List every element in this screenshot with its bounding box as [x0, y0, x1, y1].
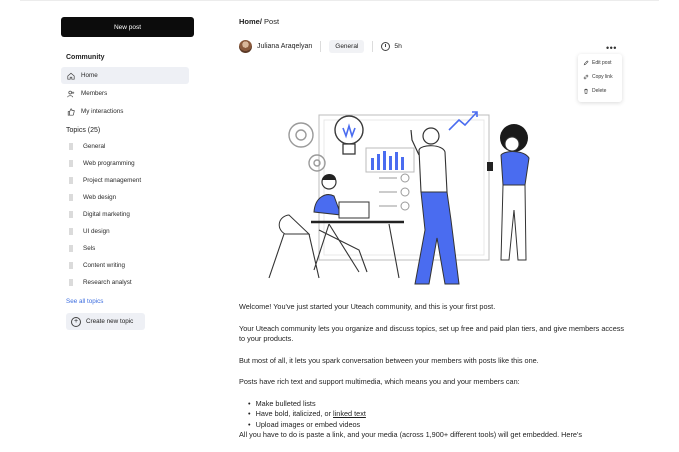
- menu-label-copy: Copy link: [592, 74, 613, 80]
- post-actions-menu: Edit post Copy link Delete: [578, 54, 622, 102]
- topic-tag[interactable]: General: [329, 39, 365, 53]
- top-divider: [20, 0, 659, 1]
- menu-item-delete[interactable]: Delete: [578, 84, 622, 98]
- drag-handle-icon[interactable]: [69, 160, 73, 167]
- list-item: Upload images or embed videos: [248, 420, 629, 431]
- topic-item[interactable]: Web programming: [61, 155, 194, 172]
- nav-item-home[interactable]: Home: [61, 67, 189, 84]
- trash-icon: [584, 88, 588, 94]
- topic-label: Web programming: [83, 160, 135, 167]
- drag-handle-icon[interactable]: [69, 262, 73, 269]
- breadcrumb: Home/ Post: [239, 17, 629, 26]
- nav-label-home: Home: [81, 72, 98, 79]
- drag-handle-icon[interactable]: [69, 279, 73, 286]
- members-icon: [67, 90, 75, 97]
- post-time: 5h: [381, 41, 402, 51]
- topic-item[interactable]: Digital marketing: [61, 206, 194, 223]
- topic-label: Content writing: [83, 262, 125, 269]
- time-label: 5h: [394, 42, 402, 50]
- bulleted-list: Make bulleted lists Have bold, italicize…: [239, 399, 629, 431]
- menu-label-edit: Edit post: [592, 60, 612, 66]
- topic-label: Web design: [83, 194, 117, 201]
- clock-icon: [381, 41, 391, 51]
- linked-text[interactable]: linked text: [333, 409, 366, 418]
- topic-label: General: [83, 143, 106, 150]
- drag-handle-icon[interactable]: [69, 245, 73, 252]
- topic-item[interactable]: Web design: [61, 189, 194, 206]
- nav-label-members: Members: [81, 90, 108, 97]
- drag-handle-icon[interactable]: [69, 194, 73, 201]
- home-icon: [67, 72, 75, 80]
- topic-item[interactable]: Sels: [61, 240, 194, 257]
- topic-item[interactable]: UI design: [61, 223, 194, 240]
- post-paragraph: Posts have rich text and support multime…: [239, 377, 520, 386]
- nav-label-my-interactions: My interactions: [81, 108, 124, 115]
- topic-item[interactable]: Project management: [61, 172, 194, 189]
- topics-title: Topics (25): [66, 127, 101, 134]
- topic-item[interactable]: Content writing: [61, 257, 194, 274]
- topics-list: General Web programming Project manageme…: [61, 138, 194, 291]
- interactions-icon: [67, 107, 75, 116]
- plus-icon: +: [71, 316, 81, 327]
- post-paragraph: But most of all, it lets you spark conve…: [239, 355, 539, 365]
- drag-handle-icon[interactable]: [69, 143, 73, 150]
- list-item-text: Have bold, italicized, or: [255, 409, 334, 418]
- drag-handle-icon[interactable]: [69, 177, 73, 184]
- menu-label-delete: Delete: [592, 88, 607, 94]
- post-paragraph: Welcome! You've just started your Uteach…: [239, 302, 496, 311]
- post-main: Home/ Post Juliana Araqelyan General 5h …: [239, 17, 629, 53]
- pencil-icon: [583, 60, 589, 66]
- new-post-button[interactable]: New post: [61, 17, 194, 37]
- list-item: Make bulleted lists: [248, 399, 629, 410]
- post-paragraph: All you have to do is paste a link, and …: [239, 430, 582, 439]
- phone-figure: [487, 124, 530, 261]
- drag-handle-icon[interactable]: [69, 228, 73, 235]
- post-illustration: [268, 111, 530, 285]
- create-topic-label: Create new topic: [86, 318, 134, 325]
- post-paragraph: Your Uteach community lets you organize …: [239, 323, 625, 344]
- topic-label: Research analyst: [83, 279, 132, 286]
- see-all-topics-link[interactable]: See all topics: [66, 298, 194, 305]
- drag-handle-icon[interactable]: [69, 211, 73, 218]
- meta-divider: [320, 40, 322, 52]
- list-item: Have bold, italicized, or linked text: [248, 409, 629, 420]
- author-name[interactable]: Juliana Araqelyan: [257, 43, 312, 50]
- post-body: Welcome! You've just started your Uteach…: [239, 302, 629, 452]
- topic-label: Digital marketing: [83, 211, 130, 218]
- topic-label: UI design: [83, 228, 110, 235]
- breadcrumb-home[interactable]: Home/: [239, 17, 262, 26]
- create-topic-button[interactable]: + Create new topic: [66, 313, 145, 330]
- community-title: Community: [66, 54, 105, 61]
- menu-item-copy-link[interactable]: Copy link: [578, 70, 622, 84]
- bar-chart-icon: [365, 147, 415, 173]
- link-icon: [583, 74, 589, 80]
- avatar[interactable]: [239, 39, 252, 53]
- meta-divider: [372, 40, 374, 52]
- topic-label: Sels: [83, 245, 96, 252]
- menu-item-edit-post[interactable]: Edit post: [578, 56, 622, 70]
- post-meta: Juliana Araqelyan General 5h: [239, 39, 629, 53]
- topic-item[interactable]: General: [61, 138, 194, 155]
- topic-label: Project management: [83, 177, 142, 184]
- sidebar: New post Community Home Members My inter…: [61, 17, 194, 330]
- more-dots-icon[interactable]: •••: [606, 43, 617, 53]
- community-nav: Home Members My interactions: [61, 67, 194, 120]
- topic-item[interactable]: Research analyst: [61, 274, 194, 291]
- nav-item-my-interactions[interactable]: My interactions: [61, 103, 194, 120]
- nav-item-members[interactable]: Members: [61, 85, 194, 102]
- breadcrumb-current: Post: [264, 17, 280, 26]
